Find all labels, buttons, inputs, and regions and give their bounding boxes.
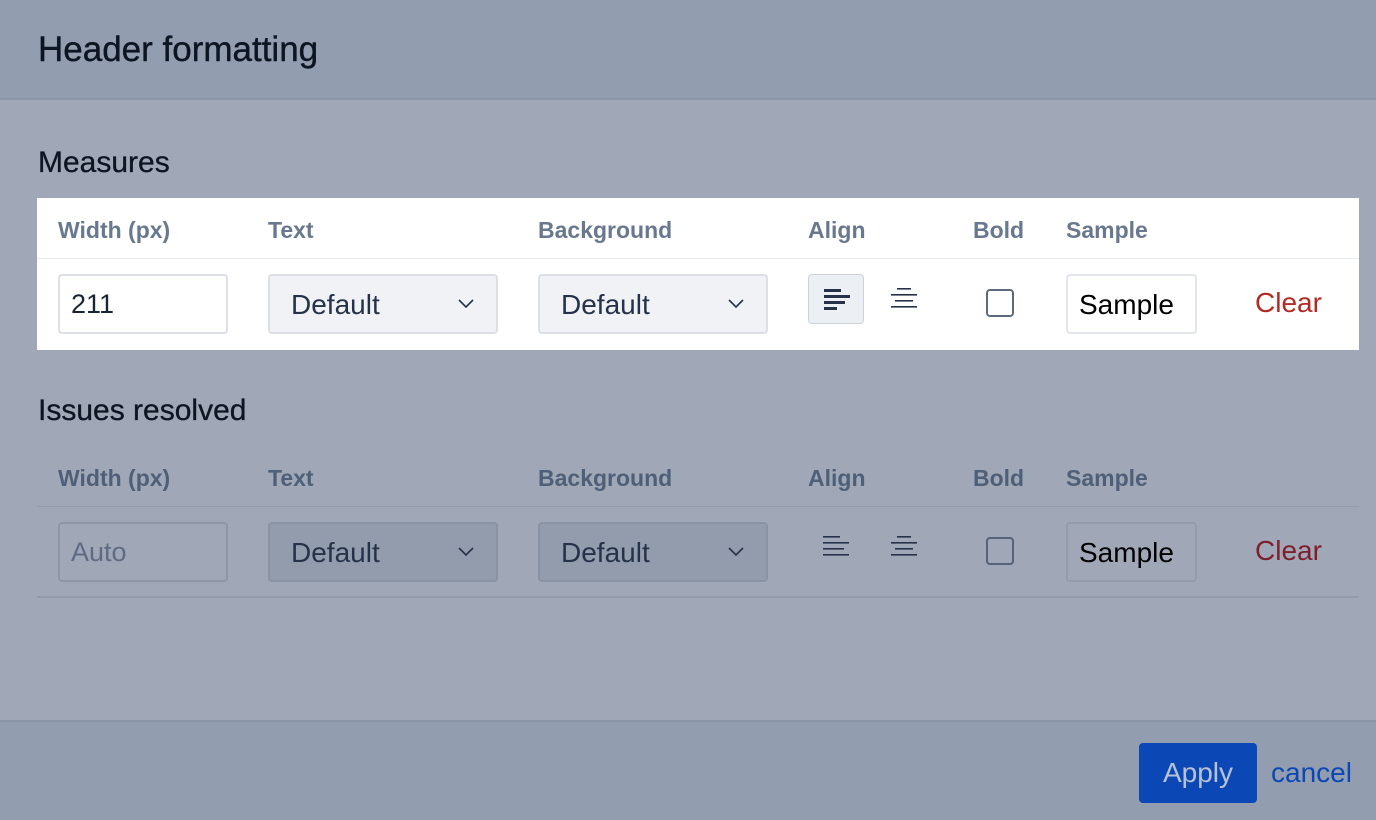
col-header-bold: Bold [973, 217, 1025, 243]
col-header-align: Align [808, 217, 866, 243]
text-color-select[interactable]: Default [268, 522, 498, 582]
text-color-value: Default [291, 537, 380, 568]
clear-button[interactable]: Clear [1255, 535, 1322, 567]
chevron-down-icon [458, 547, 474, 557]
column-header-row: Width (px) Text Background Align Bold Sa… [37, 198, 1359, 259]
align-left-icon [824, 289, 850, 310]
align-center-button[interactable] [876, 522, 932, 572]
width-input[interactable] [58, 522, 228, 582]
section-title-measures: Measures [38, 146, 170, 179]
text-color-select[interactable]: Default [268, 274, 498, 334]
col-header-background: Background [538, 465, 673, 491]
col-header-sample: Sample [1066, 465, 1148, 491]
align-center-icon [891, 536, 917, 556]
col-header-text: Text [268, 217, 314, 243]
bold-checkbox[interactable] [986, 289, 1014, 317]
column-header-row: Width (px) Text Background Align Bold Sa… [37, 446, 1359, 507]
col-header-width: Width (px) [58, 217, 171, 243]
col-header-width: Width (px) [58, 465, 171, 491]
dialog-header: Header formatting [0, 0, 1376, 100]
sample-preview: Sample [1066, 522, 1197, 582]
dialog-footer: Apply cancel [0, 720, 1376, 820]
background-color-select[interactable]: Default [538, 274, 768, 334]
clear-button[interactable]: Clear [1255, 287, 1322, 319]
section-title-issues-resolved: Issues resolved [38, 394, 247, 427]
col-header-bold: Bold [973, 465, 1025, 491]
align-left-icon [823, 536, 849, 556]
apply-button[interactable]: Apply [1139, 743, 1257, 803]
bold-checkbox[interactable] [986, 537, 1014, 565]
chevron-down-icon [728, 547, 744, 557]
sample-preview: Sample [1066, 274, 1197, 334]
cancel-link[interactable]: cancel [1271, 757, 1352, 789]
align-left-button[interactable] [808, 274, 864, 324]
format-row-measures: Width (px) Text Background Align Bold Sa… [37, 198, 1359, 350]
dialog-title: Header formatting [38, 30, 319, 69]
align-left-button[interactable] [808, 522, 864, 572]
align-center-icon [891, 288, 917, 308]
chevron-down-icon [728, 299, 744, 309]
align-center-button[interactable] [876, 274, 932, 324]
chevron-down-icon [458, 299, 474, 309]
col-header-background: Background [538, 217, 673, 243]
text-color-value: Default [291, 289, 380, 320]
col-header-align: Align [808, 465, 866, 491]
background-color-select[interactable]: Default [538, 522, 768, 582]
col-header-sample: Sample [1066, 217, 1148, 243]
width-input[interactable] [58, 274, 228, 334]
background-color-value: Default [561, 537, 650, 568]
background-color-value: Default [561, 289, 650, 320]
col-header-text: Text [268, 465, 314, 491]
format-row-issues-resolved: Width (px) Text Background Align Bold Sa… [37, 446, 1359, 598]
